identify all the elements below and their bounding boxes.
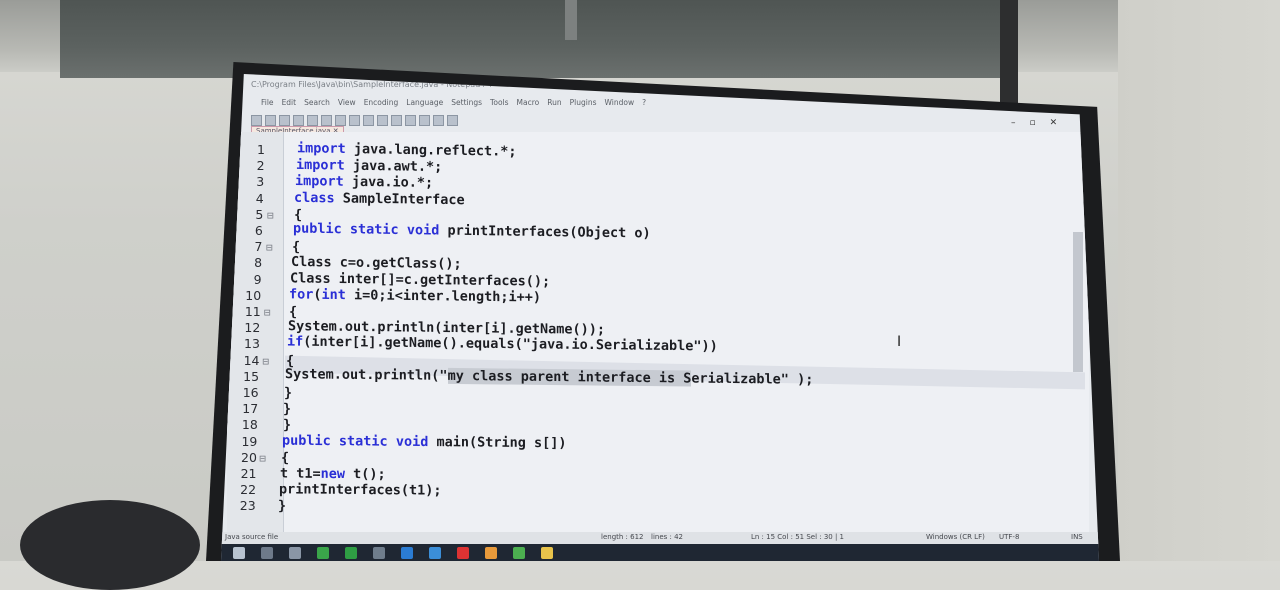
save-icon[interactable] (279, 114, 290, 126)
fold-toggle-icon[interactable]: ⊟ (266, 241, 273, 254)
status-length: length : 612 (601, 533, 644, 541)
menu-item[interactable]: Window (605, 98, 635, 112)
minimize-icon[interactable]: – (1011, 118, 1016, 128)
code-line[interactable]: } (278, 498, 286, 514)
code-line[interactable]: public static void main(String s[]) (282, 432, 567, 451)
vertical-scrollbar[interactable] (1073, 232, 1083, 372)
status-position: Ln : 15 Col : 51 Sel : 30 | 1 (751, 533, 845, 541)
line-number: 20 (241, 449, 257, 465)
notepadpp-icon[interactable] (513, 546, 525, 559)
code-line[interactable]: { (281, 450, 289, 466)
menu-item[interactable]: Language (406, 98, 443, 112)
menu-item[interactable]: ? (642, 98, 646, 112)
code-line[interactable]: public static void printInterfaces(Objec… (293, 221, 651, 242)
status-lines: lines : 42 (651, 533, 683, 541)
edge-icon[interactable] (401, 546, 413, 559)
open-file-icon[interactable] (265, 114, 276, 126)
app-icon[interactable] (317, 546, 329, 559)
line-number: 19 (241, 433, 258, 449)
line-number: 22 (240, 482, 257, 498)
code-line[interactable]: for(int i=0;i<inter.length;i++) (289, 286, 541, 305)
code-line[interactable]: { (292, 239, 300, 255)
zoom-in-icon[interactable] (433, 114, 444, 126)
person-head (20, 500, 200, 590)
start-icon[interactable] (233, 546, 245, 559)
line-number: 18 (241, 417, 258, 433)
code-editor[interactable]: 1 import java.lang.reflect.*; 2 import java… (227, 132, 1089, 532)
window-controls: – ▫ ✕ (1011, 118, 1057, 128)
status-mode: INS (1071, 533, 1083, 541)
menu-item[interactable]: Encoding (364, 98, 399, 112)
line-number: 15 (243, 368, 260, 384)
undo-icon[interactable] (377, 114, 388, 126)
redo-icon[interactable] (391, 114, 402, 126)
code-line[interactable]: t t1=new t(); (280, 466, 386, 483)
line-number: 21 (240, 466, 257, 481)
fold-toggle-icon[interactable]: ⊟ (264, 306, 271, 319)
menu-item[interactable]: Tools (490, 98, 508, 112)
menu-item[interactable]: File (261, 98, 274, 112)
code-line[interactable]: if(inter[i].getName().equals("java.io.Se… (287, 334, 718, 355)
app-orange-icon[interactable] (485, 546, 497, 559)
wall-right (1118, 0, 1280, 561)
copy-icon[interactable] (349, 114, 360, 126)
status-eol: Windows (CR LF) (926, 533, 985, 541)
fold-toggle-icon[interactable]: ⊟ (267, 209, 274, 222)
explorer-icon[interactable] (541, 546, 553, 559)
find-icon[interactable] (405, 114, 416, 126)
close-file-icon[interactable] (307, 114, 318, 126)
menu-item[interactable]: Edit (282, 98, 297, 112)
taskbar (221, 544, 1099, 561)
chrome-icon[interactable] (429, 546, 441, 559)
line-number: 17 (242, 401, 259, 417)
search-icon[interactable] (261, 546, 273, 559)
save-all-icon[interactable] (293, 114, 304, 126)
print-icon[interactable] (321, 114, 332, 126)
line-number: 16 (242, 385, 259, 400)
code-line[interactable]: } (284, 385, 292, 401)
fold-toggle-icon[interactable]: ⊟ (259, 452, 266, 465)
status-encoding: UTF-8 (999, 533, 1020, 541)
replace-icon[interactable] (419, 114, 430, 126)
code-line[interactable]: } (283, 401, 291, 417)
app-red-icon[interactable] (457, 546, 469, 559)
menu-item[interactable]: Macro (517, 98, 540, 112)
code-line[interactable]: import java.io.*; (295, 173, 433, 191)
screen: C:\Program Files\Java\bin\SampleInterfac… (221, 74, 1099, 561)
status-bar: Java source file length : 612 lines : 42… (221, 532, 1099, 544)
status-file-type: Java source file (225, 533, 279, 541)
task-view-icon[interactable] (289, 546, 301, 559)
new-file-icon[interactable] (251, 114, 262, 126)
settings-icon[interactable] (373, 546, 385, 559)
code-line[interactable]: class SampleInterface (294, 189, 465, 208)
ceiling-vent (60, 0, 1000, 78)
menu-item[interactable]: Run (547, 98, 561, 112)
cut-icon[interactable] (335, 114, 346, 126)
text-cursor-icon: I (897, 334, 902, 350)
code-line[interactable]: printInterfaces(t1); (279, 482, 442, 499)
paste-icon[interactable] (363, 114, 374, 126)
excel-icon[interactable] (345, 546, 357, 559)
monitor-mount (1000, 0, 1018, 110)
menu-item[interactable]: View (338, 98, 356, 112)
zoom-out-icon[interactable] (447, 114, 458, 126)
fold-toggle-icon[interactable]: ⊟ (262, 355, 269, 368)
line-number: 23 (239, 498, 256, 514)
menu-item[interactable]: Search (304, 98, 330, 112)
code-line[interactable]: } (283, 417, 291, 433)
close-window-icon[interactable]: ✕ (1050, 118, 1058, 128)
menu-item[interactable]: Settings (451, 98, 482, 112)
menu-item[interactable]: Plugins (570, 98, 597, 112)
maximize-icon[interactable]: ▫ (1030, 118, 1036, 128)
